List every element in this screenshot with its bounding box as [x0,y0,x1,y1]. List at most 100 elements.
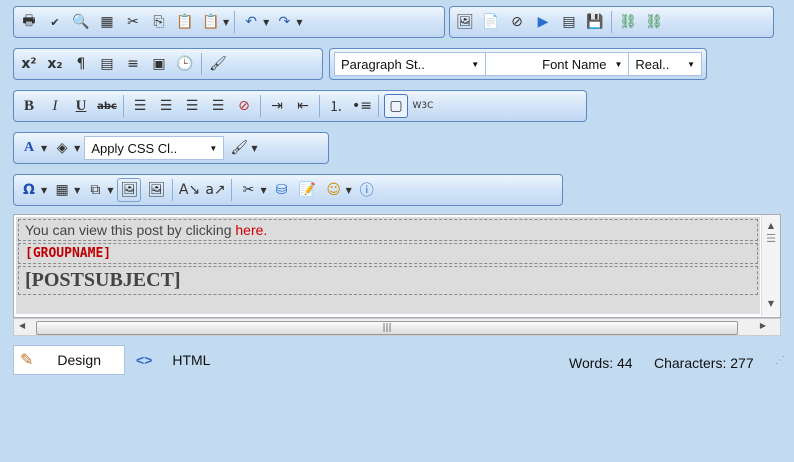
about-info-icon[interactable]: ⓘ [356,179,378,201]
background-color-arrow-icon[interactable]: ▼ [74,144,80,153]
resize-grip-icon[interactable]: ⋰ [775,355,785,366]
scroll-left-arrow-icon[interactable]: ◀ [19,321,25,330]
character-count: Characters: 277 [654,355,754,371]
modules-icon[interactable]: ✂ [237,179,259,201]
font-name-dropdown[interactable]: Font Name ▼ [485,52,629,76]
image-icon[interactable]: 🖼 [454,11,476,33]
subscript-icon[interactable]: x₂ [44,53,66,75]
font-size-dropdown[interactable]: Real.. ▼ [628,52,702,76]
strikethrough-icon[interactable]: abc [96,95,118,117]
paragraph-style-dropdown[interactable]: Paragraph St.. ▼ [334,52,486,76]
toolbar-row-5-tools: Ω ▼ ▦ ▼ ⧉ ▼ 🖼 🖼 A↘ a↗ ✂ ▼ ⛁ 📝 ☺ ▼ ⓘ [13,174,563,206]
align-center-icon[interactable]: ☰ [155,95,177,117]
remove-link-icon[interactable]: ⛓ [643,11,665,33]
format-painter-arrow-icon[interactable]: ▼ [251,144,257,153]
find-icon[interactable]: 🔍 [70,11,92,33]
bold-icon[interactable]: B [18,95,40,117]
italic-icon[interactable]: I [44,95,66,117]
css-class-dropdown[interactable]: Apply CSS Cl.. ▼ [84,136,225,160]
copy-icon[interactable]: ⎘ [148,11,170,33]
remove-alignment-icon[interactable]: ⊘ [233,95,255,117]
horizontal-scroll-thumb[interactable]: ||| [36,321,738,335]
symbols-arrow-icon[interactable]: ▼ [41,186,47,195]
snippet-arrow-icon[interactable]: ▼ [107,186,113,195]
table-icon[interactable]: ▦ [51,179,73,201]
numbered-list-icon[interactable]: ⒈ [325,95,347,117]
undo-dropdown-arrow-icon[interactable]: ▼ [263,18,269,27]
code-brackets-icon: <> [136,352,153,368]
indent-icon[interactable]: ⇥ [266,95,288,117]
here-link[interactable]: here. [235,222,267,238]
html-mode-button[interactable]: <> HTML [130,345,216,375]
font-color-icon[interactable]: A [18,137,40,159]
emoticon-arrow-icon[interactable]: ▼ [346,186,352,195]
table-arrow-icon[interactable]: ▼ [74,186,80,195]
paste-icon[interactable]: 📋 [174,11,196,33]
underline-icon[interactable]: U [70,95,92,117]
image-map-icon[interactable]: 🖼 [117,178,142,202]
cut-icon[interactable]: ✂ [122,11,144,33]
save-icon[interactable]: 💾 [584,11,606,33]
undo-icon[interactable]: ↶ [240,11,262,33]
justify-icon[interactable]: ☰ [207,95,229,117]
paragraph-mark-icon[interactable]: ¶ [70,53,92,75]
document-manager-icon[interactable]: 📄 [480,11,502,33]
content-line-groupname: [GROUPNAME] [18,243,758,264]
modules-arrow-icon[interactable]: ▼ [260,186,266,195]
convert-uppercase-icon[interactable]: a↗ [204,179,226,201]
content-line-view-post: You can view this post by clicking here. [18,219,758,241]
scroll-right-arrow-icon[interactable]: ▶ [760,321,766,330]
paste-dropdown-arrow-icon[interactable]: ▼ [223,18,229,27]
separator [234,11,236,33]
insert-date-icon[interactable]: ▣ [148,53,170,75]
toolbar-row-2-insert: x² x₂ ¶ ▤ ≡ ▣ 🕒 🖌 [13,48,323,80]
align-right-icon[interactable]: ☰ [181,95,203,117]
bulleted-list-icon[interactable]: •≡ [351,95,373,117]
scroll-down-arrow-icon[interactable]: ▼ [762,299,780,308]
snippet-icon[interactable]: ⧉ [84,179,106,201]
font-color-arrow-icon[interactable]: ▼ [41,144,47,153]
background-color-icon[interactable]: ◈ [51,137,73,159]
scroll-up-arrow-icon[interactable]: ▲ [762,221,780,230]
separator [172,179,174,201]
superscript-icon[interactable]: x² [18,53,40,75]
chevron-down-icon: ▼ [687,59,695,69]
toolbar-row-1-media: 🖼 📄 ⊘ ▶ ▤ 💾 ⛓ ⛓ [449,6,774,38]
editor-content[interactable]: You can view this post by clicking here.… [16,217,760,314]
separator [611,11,612,33]
design-mode-button[interactable]: ✎ Design [13,345,125,375]
separator [260,95,261,117]
insert-time-icon[interactable]: 🕒 [174,53,196,75]
align-left-icon[interactable]: ☰ [129,95,151,117]
template-icon[interactable]: ▤ [558,11,580,33]
hyperlink-icon[interactable]: ⛓ [617,11,639,33]
toggle-table-border-icon[interactable]: ▢ [384,94,408,118]
paste-special-icon[interactable]: 📋 [200,11,222,33]
omega-symbol-icon[interactable]: Ω [18,179,40,201]
outdent-icon[interactable]: ⇤ [292,95,314,117]
redo-icon[interactable]: ↷ [273,11,295,33]
flash-manager-icon[interactable]: ⊘ [506,11,528,33]
select-all-icon[interactable]: ▦ [96,11,118,33]
chevron-down-icon: ▼ [209,143,218,153]
image-properties-icon[interactable]: 🖼 [145,179,167,201]
scroll-thumb-grip-icon[interactable]: ☰ [762,232,780,245]
spellcheck-icon[interactable]: ✔ [44,11,66,33]
media-manager-icon[interactable]: ▶ [532,11,554,33]
database-icon[interactable]: ⛁ [271,179,293,201]
convert-lowercase-icon[interactable]: A↘ [178,179,200,201]
format-stripper-icon[interactable]: 🖌 [207,53,229,75]
redo-dropdown-arrow-icon[interactable]: ▼ [296,18,302,27]
document-properties-icon[interactable]: 📝 [297,179,319,201]
insert-symbol-icon[interactable]: ▤ [96,53,118,75]
horizontal-scrollbar[interactable]: ◀ ||| ▶ [13,318,781,336]
format-painter-icon[interactable]: 🖌 [228,137,250,159]
align-icon[interactable]: ≡ [122,53,144,75]
emoticon-icon[interactable]: ☺ [323,179,345,201]
xhtml-validator-icon[interactable]: W3C [412,95,434,117]
vertical-scrollbar[interactable]: ▲ ☰ ▼ [761,215,780,316]
print-icon[interactable]: 🖶 [18,11,40,33]
css-class-value: Apply CSS Cl.. [91,140,178,156]
editor-area[interactable]: You can view this post by clicking here.… [13,214,781,318]
toolbar-row-2-fonts: Paragraph St.. ▼ Font Name ▼ Real.. ▼ [329,48,707,80]
